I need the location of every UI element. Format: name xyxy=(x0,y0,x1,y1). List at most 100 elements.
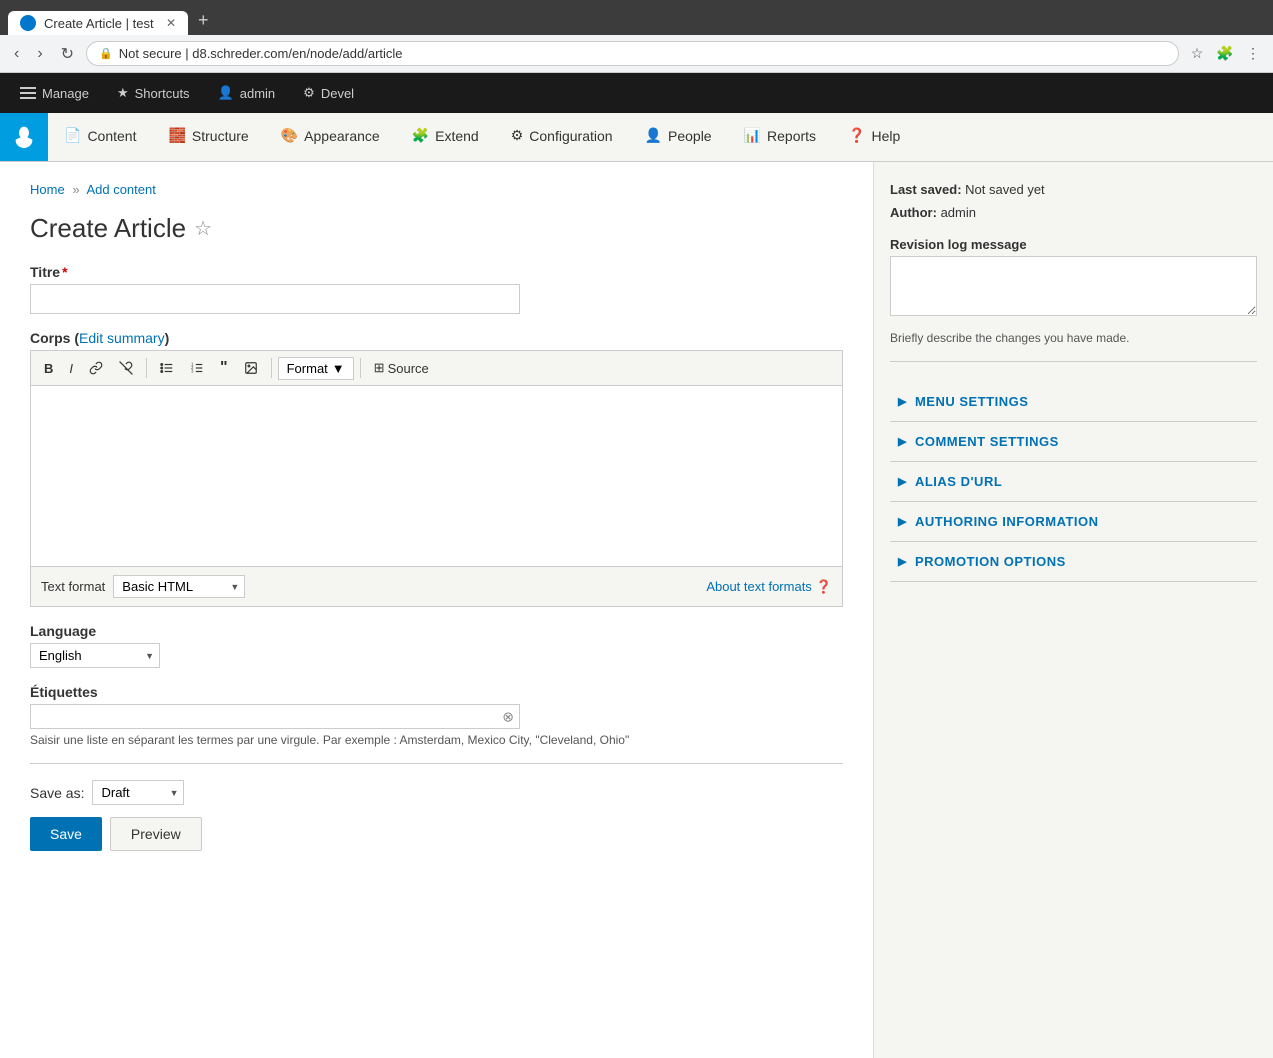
configuration-nav-label: Configuration xyxy=(529,128,612,144)
text-format-left: Text format Basic HTML Full HTML Restric… xyxy=(41,575,245,598)
unordered-list-button[interactable] xyxy=(153,357,181,379)
shortcuts-menu-item[interactable]: ★ Shortcuts xyxy=(105,73,202,113)
authoring-header[interactable]: ▶ AUTHORING INFORMATION xyxy=(890,502,1257,541)
main-content: Home » Add content Create Article ☆ Titr… xyxy=(0,162,873,1058)
save-as-row: Save as: Draft Published xyxy=(30,780,843,805)
language-select[interactable]: English French German xyxy=(30,643,160,668)
ordered-list-button[interactable]: 1 2 3 xyxy=(183,357,211,379)
nav-structure[interactable]: 🧱 Structure xyxy=(152,113,264,161)
browser-toolbar-icons: ☆ 🧩 ⋮ xyxy=(1185,42,1265,66)
extensions-icon[interactable]: 🧩 xyxy=(1213,42,1237,66)
nav-extend[interactable]: 🧩 Extend xyxy=(396,113,495,161)
ckeditor-wrapper: B I xyxy=(30,350,843,567)
edit-summary-link[interactable]: Edit summary xyxy=(79,330,165,346)
nav-configuration[interactable]: ⚙ Configuration xyxy=(495,113,629,161)
action-buttons: Save Preview xyxy=(30,817,843,851)
breadcrumb-home[interactable]: Home xyxy=(30,182,65,197)
forward-button[interactable]: › xyxy=(31,43,48,65)
promotion-header[interactable]: ▶ PROMOTION OPTIONS xyxy=(890,542,1257,581)
tags-clear-icon[interactable]: ⊗ xyxy=(502,708,514,725)
last-saved-row: Last saved: Not saved yet xyxy=(890,178,1257,201)
drupal-nav-items: 📄 Content 🧱 Structure 🎨 Appearance 🧩 Ext… xyxy=(48,113,916,161)
format-label: Format xyxy=(287,361,328,376)
people-nav-label: People xyxy=(668,128,712,144)
revision-log-row: Revision log message Briefly describe th… xyxy=(890,233,1257,349)
nav-help[interactable]: ❓ Help xyxy=(832,113,916,161)
title-label: Titre* xyxy=(30,264,843,280)
text-format-select[interactable]: Basic HTML Full HTML Restricted HTML xyxy=(113,575,245,598)
tags-input[interactable] xyxy=(30,704,520,729)
save-as-select[interactable]: Draft Published xyxy=(92,780,184,805)
nav-reports[interactable]: 📊 Reports xyxy=(728,113,832,161)
back-button[interactable]: ‹ xyxy=(8,43,25,65)
format-dropdown-arrow: ▼ xyxy=(332,361,345,376)
revision-log-label: Revision log message xyxy=(890,233,1257,256)
help-circle-icon: ❓ xyxy=(816,579,832,595)
url-prefix: Not secure | xyxy=(119,46,192,61)
bookmark-icon[interactable]: ☆ xyxy=(1185,42,1209,66)
alias-url-header[interactable]: ▶ ALIAS D'URL xyxy=(890,462,1257,501)
shortcuts-label: Shortcuts xyxy=(135,86,190,101)
hamburger-icon xyxy=(20,87,36,99)
save-button[interactable]: Save xyxy=(30,817,102,851)
image-button[interactable] xyxy=(237,357,265,379)
appearance-nav-icon: 🎨 xyxy=(281,127,298,144)
tags-input-wrapper: ⊗ xyxy=(30,704,520,729)
blockquote-button[interactable]: " xyxy=(213,355,235,381)
nav-appearance[interactable]: 🎨 Appearance xyxy=(265,113,396,161)
unlink-button[interactable] xyxy=(112,357,140,379)
content-nav-icon: 📄 xyxy=(64,127,81,144)
address-bar[interactable]: 🔒 Not secure | d8.schreder.com/en/node/a… xyxy=(86,41,1179,66)
user-label: admin xyxy=(240,86,275,101)
promotion-label: PROMOTION OPTIONS xyxy=(915,554,1066,569)
preview-button[interactable]: Preview xyxy=(110,817,202,851)
help-nav-icon: ❓ xyxy=(848,127,865,144)
devel-menu-item[interactable]: ⚙ Devel xyxy=(291,73,366,113)
user-menu-item[interactable]: 👤 admin xyxy=(206,73,288,113)
drupal-logo[interactable] xyxy=(0,113,48,161)
menu-settings-header[interactable]: ▶ MENU SETTINGS xyxy=(890,382,1257,421)
nav-content[interactable]: 📄 Content xyxy=(48,113,152,161)
page-title-text: Create Article xyxy=(30,213,186,244)
italic-button[interactable]: I xyxy=(62,357,80,380)
gear-icon: ⚙ xyxy=(303,85,315,101)
favorite-icon[interactable]: ☆ xyxy=(194,216,212,241)
new-tab-button[interactable]: + xyxy=(190,6,217,35)
bold-button[interactable]: B xyxy=(37,357,60,380)
help-nav-label: Help xyxy=(872,128,901,144)
extend-nav-icon: 🧩 xyxy=(412,127,429,144)
menu-icon[interactable]: ⋮ xyxy=(1241,42,1265,66)
browser-chrome: Create Article | test ✕ + xyxy=(0,0,1273,35)
author-row: Author: admin xyxy=(890,201,1257,224)
about-formats-text: About text formats xyxy=(706,579,812,594)
url-text: Not secure | d8.schreder.com/en/node/add… xyxy=(119,46,403,61)
alias-url-label: ALIAS D'URL xyxy=(915,474,1002,489)
active-tab[interactable]: Create Article | test ✕ xyxy=(8,11,188,35)
promotion-section: ▶ PROMOTION OPTIONS xyxy=(890,542,1257,582)
tab-close-button[interactable]: ✕ xyxy=(166,16,176,30)
title-input[interactable] xyxy=(30,284,520,314)
reports-nav-label: Reports xyxy=(767,128,816,144)
breadcrumb-add-content[interactable]: Add content xyxy=(86,182,155,197)
url-value: d8.schreder.com/en/node/add/article xyxy=(192,46,402,61)
drupal-nav: 📄 Content 🧱 Structure 🎨 Appearance 🧩 Ext… xyxy=(0,113,1273,162)
refresh-button[interactable]: ↻ xyxy=(55,42,80,66)
manage-menu-item[interactable]: Manage xyxy=(8,73,101,113)
alias-url-section: ▶ ALIAS D'URL xyxy=(890,462,1257,502)
source-button[interactable]: ⊞ Source xyxy=(367,356,436,380)
promotion-arrow: ▶ xyxy=(898,555,907,568)
appearance-nav-label: Appearance xyxy=(304,128,380,144)
about-formats-link[interactable]: About text formats ❓ xyxy=(706,579,832,595)
author-label: Author: xyxy=(890,205,937,220)
last-saved-label: Last saved: xyxy=(890,182,962,197)
text-format-row: Text format Basic HTML Full HTML Restric… xyxy=(30,567,843,607)
revision-log-textarea[interactable] xyxy=(890,256,1257,316)
admin-toolbar: Manage ★ Shortcuts 👤 admin ⚙ Devel xyxy=(0,73,1273,113)
sidebar-meta: Last saved: Not saved yet Author: admin … xyxy=(890,178,1257,362)
format-dropdown-button[interactable]: Format ▼ xyxy=(278,357,354,380)
link-button[interactable] xyxy=(82,357,110,379)
nav-people[interactable]: 👤 People xyxy=(629,113,728,161)
comment-settings-header[interactable]: ▶ COMMENT SETTINGS xyxy=(890,422,1257,461)
ckeditor-toolbar: B I xyxy=(31,351,842,386)
editor-content[interactable] xyxy=(31,386,842,566)
